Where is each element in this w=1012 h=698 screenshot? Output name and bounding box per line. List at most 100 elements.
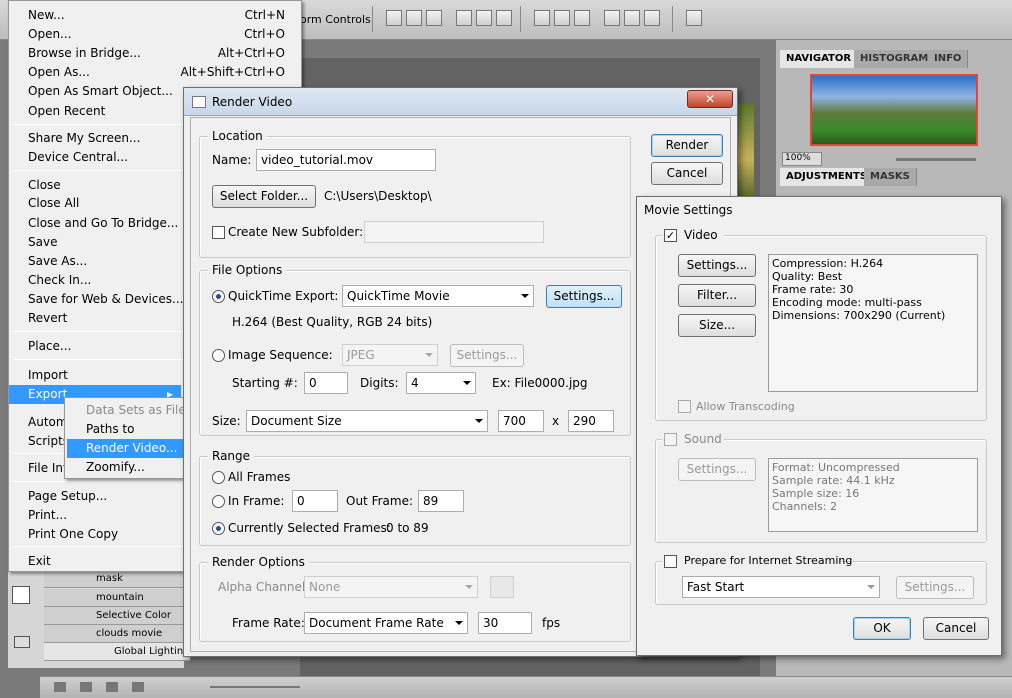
quicktime-format-select[interactable]: QuickTime Movie bbox=[342, 285, 534, 307]
size-select[interactable]: Document Size bbox=[246, 410, 488, 432]
select-folder-button[interactable]: Select Folder... bbox=[212, 185, 316, 208]
tab-masks[interactable]: MASKS bbox=[864, 168, 917, 186]
alpha-channel-select[interactable]: None bbox=[304, 576, 478, 598]
ok-button[interactable]: OK bbox=[853, 617, 911, 640]
menu-label: Browse in Bridge... bbox=[28, 46, 141, 60]
align-hcenter-icon[interactable] bbox=[476, 10, 492, 26]
range-heading: Range bbox=[208, 449, 255, 463]
all-frames-radio[interactable] bbox=[212, 471, 225, 484]
navigator-thumbnail[interactable] bbox=[810, 74, 978, 146]
out-frame-input[interactable]: 89 bbox=[418, 490, 464, 512]
tab-navigator[interactable]: NAVIGATOR bbox=[780, 50, 859, 68]
layer-row[interactable]: mountain bbox=[44, 589, 190, 607]
play-icon[interactable] bbox=[106, 682, 118, 692]
video-label: Video bbox=[684, 228, 718, 242]
video-filter-button[interactable]: Filter... bbox=[678, 284, 756, 307]
image-settings-button[interactable]: Settings... bbox=[450, 344, 524, 367]
prev-frame-icon[interactable] bbox=[80, 682, 92, 692]
menu-label: Save for Web & Devices... bbox=[28, 292, 184, 306]
height-input[interactable]: 290 bbox=[568, 410, 614, 432]
menu-item-new[interactable]: New... Ctrl+N bbox=[9, 6, 301, 25]
first-frame-icon[interactable] bbox=[54, 682, 66, 692]
distribute-vcenter-icon[interactable] bbox=[554, 10, 570, 26]
starting-input[interactable]: 0 bbox=[304, 372, 348, 394]
render-button[interactable]: Render bbox=[651, 134, 723, 157]
movie-cancel-button[interactable]: Cancel bbox=[923, 617, 989, 640]
tab-info[interactable]: INFO bbox=[928, 50, 969, 68]
video-heading-wrap: ✓ Video bbox=[662, 228, 724, 244]
fps-input[interactable]: 30 bbox=[478, 612, 532, 634]
layer-row[interactable]: Selective Color bbox=[44, 607, 190, 625]
create-subfolder-checkbox[interactable] bbox=[212, 226, 225, 239]
timeline-zoom-slider[interactable] bbox=[210, 686, 300, 688]
in-frame-radio[interactable] bbox=[212, 495, 225, 508]
in-frame-input[interactable]: 0 bbox=[292, 490, 338, 512]
quick-mask-icon[interactable] bbox=[14, 636, 30, 648]
image-format-select[interactable]: JPEG bbox=[342, 344, 438, 366]
select-value: QuickTime Movie bbox=[347, 289, 450, 303]
close-icon[interactable]: ✕ bbox=[687, 90, 733, 108]
sound-checkbox[interactable] bbox=[664, 433, 677, 446]
video-settings-button[interactable]: Settings... bbox=[678, 254, 756, 277]
layer-row[interactable]: mask bbox=[44, 570, 190, 588]
dialog-title: Render Video bbox=[212, 95, 293, 109]
menu-label: Close bbox=[28, 178, 61, 192]
align-vcenter-icon[interactable] bbox=[406, 10, 422, 26]
distribute-bottom-icon[interactable] bbox=[574, 10, 590, 26]
sound-settings-button[interactable]: Settings... bbox=[678, 458, 756, 481]
frame-rate-select[interactable]: Document Frame Rate bbox=[304, 612, 468, 634]
digits-select[interactable]: 4 bbox=[406, 372, 476, 394]
range-group: Range All Frames In Frame: 0 Out Frame: … bbox=[199, 449, 631, 546]
chevron-down-icon bbox=[465, 585, 473, 589]
menu-item-browse-bridge[interactable]: Browse in Bridge... Alt+Ctrl+O bbox=[9, 44, 301, 63]
layer-row[interactable]: Global Lightin bbox=[44, 643, 190, 661]
align-left-icon[interactable] bbox=[456, 10, 472, 26]
qt-settings-button[interactable]: Settings... bbox=[546, 285, 622, 308]
chevron-down-icon bbox=[521, 294, 529, 298]
distribute-top-icon[interactable] bbox=[534, 10, 550, 26]
render-options-group: Render Options Alpha Channel: None Frame… bbox=[199, 555, 631, 642]
cancel-button[interactable]: Cancel bbox=[651, 162, 723, 185]
layer-name: clouds movie bbox=[96, 628, 163, 639]
tab-adjustments[interactable]: ADJUSTMENTS bbox=[780, 168, 875, 186]
allow-transcoding-checkbox[interactable] bbox=[678, 400, 691, 413]
zoom-field[interactable]: 100% bbox=[782, 152, 822, 166]
menu-item-open-as[interactable]: Open As... Alt+Shift+Ctrl+O bbox=[9, 63, 301, 82]
layer-row[interactable]: clouds movie bbox=[44, 625, 190, 643]
alpha-color-swatch[interactable] bbox=[490, 576, 514, 598]
menu-label: Close All bbox=[28, 196, 80, 210]
current-frames-radio[interactable] bbox=[212, 522, 225, 535]
align-bottom-icon[interactable] bbox=[426, 10, 442, 26]
distribute-right-icon[interactable] bbox=[644, 10, 660, 26]
distribute-hcenter-icon[interactable] bbox=[624, 10, 640, 26]
video-checkbox[interactable]: ✓ bbox=[664, 229, 677, 242]
quicktime-radio[interactable] bbox=[212, 290, 225, 303]
app-icon bbox=[192, 96, 206, 108]
streaming-settings-button[interactable]: Settings... bbox=[896, 576, 974, 599]
streaming-select[interactable]: Fast Start bbox=[682, 576, 880, 598]
foreground-color-swatch[interactable] bbox=[12, 586, 30, 604]
align-top-icon[interactable] bbox=[386, 10, 402, 26]
menu-item-open[interactable]: Open... Ctrl+O bbox=[9, 25, 301, 44]
width-input[interactable]: 700 bbox=[498, 410, 544, 432]
current-frames-range: 0 to 89 bbox=[386, 521, 429, 535]
select-value: JPEG bbox=[347, 348, 375, 362]
chevron-down-icon bbox=[425, 353, 433, 357]
subfolder-input[interactable] bbox=[364, 221, 544, 243]
name-label: Name: bbox=[212, 153, 252, 167]
menu-label: Page Setup... bbox=[28, 489, 108, 503]
menu-label: Print One Copy bbox=[28, 527, 119, 541]
image-sequence-radio[interactable] bbox=[212, 349, 225, 362]
select-value: Document Size bbox=[251, 414, 342, 428]
align-right-icon[interactable] bbox=[496, 10, 512, 26]
menu-label: Device Central... bbox=[28, 150, 128, 164]
name-input[interactable]: video_tutorial.mov bbox=[256, 149, 436, 171]
zoom-slider[interactable] bbox=[896, 158, 976, 161]
streaming-checkbox[interactable] bbox=[664, 555, 677, 568]
video-size-button[interactable]: Size... bbox=[678, 314, 756, 337]
distribute-left-icon[interactable] bbox=[604, 10, 620, 26]
select-value: Fast Start bbox=[687, 580, 745, 594]
auto-align-icon[interactable] bbox=[686, 10, 702, 26]
tab-histogram[interactable]: HISTOGRAM bbox=[854, 50, 936, 68]
next-frame-icon[interactable] bbox=[132, 682, 144, 692]
